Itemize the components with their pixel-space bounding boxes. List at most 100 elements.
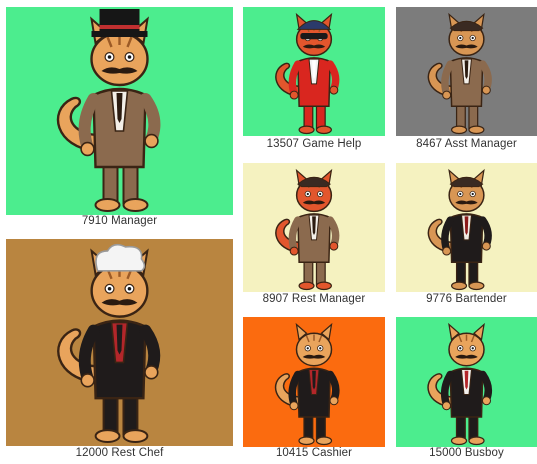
left-paw <box>289 246 299 256</box>
top-hat <box>99 9 140 33</box>
cat-asst-manager <box>427 12 492 135</box>
right-foot <box>122 198 149 212</box>
left-leg <box>455 259 466 286</box>
left-paw <box>289 90 299 100</box>
left-foot <box>298 436 315 446</box>
right-arm <box>478 216 492 249</box>
character-card-rest-manager[interactable]: 8907 Rest Manager <box>243 163 385 311</box>
character-image[interactable] <box>6 7 233 215</box>
right-paw <box>144 365 159 380</box>
right-leg <box>122 393 139 436</box>
right-foot <box>315 436 333 446</box>
right-arm <box>478 60 492 93</box>
chef-hat <box>95 243 146 272</box>
left-paw <box>441 401 451 411</box>
character-label: 15000 Busboy <box>429 447 504 459</box>
left-leg <box>303 413 314 441</box>
character-label: 9776 Bartender <box>426 293 507 305</box>
cat-figure <box>427 168 492 291</box>
character-label: 8467 Asst Manager <box>416 138 517 150</box>
character-label: 10415 Cashier <box>275 447 353 459</box>
character-image[interactable] <box>396 7 537 136</box>
character-gallery: 7910 Manager 13507 Game Help 8467 Asst Man… <box>0 0 537 464</box>
character-label: 7910 Manager <box>81 215 158 227</box>
character-image[interactable] <box>243 317 385 447</box>
character-label: 13507 Game Help <box>266 138 362 150</box>
right-paw <box>329 85 339 95</box>
left-leg <box>102 393 119 436</box>
cat-figure <box>274 322 340 446</box>
cat-figure <box>275 12 340 135</box>
character-image[interactable] <box>243 7 385 136</box>
left-foot <box>298 125 315 135</box>
left-leg <box>102 162 119 204</box>
left-leg <box>455 103 466 130</box>
right-arm <box>326 60 340 93</box>
left-foot <box>298 281 315 291</box>
right-paw <box>144 133 159 149</box>
right-leg <box>315 103 326 130</box>
character-card-game-help[interactable]: 13507 Game Help <box>243 7 385 156</box>
left-leg <box>303 103 314 130</box>
character-card-asst-manager[interactable]: 8467 Asst Manager <box>396 7 537 156</box>
cat-figure <box>427 322 493 446</box>
left-leg <box>303 259 314 286</box>
character-card-manager[interactable]: 7910 Manager <box>6 7 233 233</box>
left-foot <box>450 436 468 446</box>
right-arm <box>139 93 161 145</box>
right-arm <box>326 216 340 249</box>
right-paw <box>329 241 339 251</box>
right-foot <box>468 125 485 135</box>
right-foot <box>468 281 485 291</box>
right-arm <box>479 370 493 404</box>
right-paw <box>481 396 491 406</box>
character-image[interactable] <box>396 317 537 447</box>
cat-figure <box>427 12 492 135</box>
character-label: 12000 Rest Chef <box>75 447 164 459</box>
right-paw <box>329 396 339 406</box>
cat-figure <box>57 243 161 444</box>
character-label: 8907 Rest Manager <box>262 293 366 305</box>
cat-cashier <box>274 322 340 446</box>
right-leg <box>468 413 479 441</box>
left-foot <box>94 198 121 212</box>
right-arm <box>139 324 161 377</box>
right-foot <box>315 125 332 135</box>
goggles <box>300 33 328 40</box>
right-foot <box>468 436 485 446</box>
left-foot <box>450 281 468 291</box>
character-card-bartender[interactable]: 9776 Bartender <box>396 163 537 311</box>
left-paw <box>442 90 452 100</box>
left-foot <box>450 125 468 135</box>
right-foot <box>122 429 149 444</box>
left-foot <box>94 429 121 444</box>
cat-rest-chef <box>57 243 161 444</box>
cat-busboy <box>427 322 493 446</box>
left-paw <box>80 373 95 388</box>
right-arm <box>326 370 340 404</box>
right-paw <box>481 85 491 95</box>
right-leg <box>468 103 479 130</box>
cat-bartender <box>427 168 492 291</box>
character-image[interactable] <box>243 163 385 292</box>
cat-manager-top-hat <box>56 9 161 212</box>
left-paw <box>289 401 299 411</box>
character-card-busboy[interactable]: 15000 Busboy <box>396 317 537 464</box>
left-leg <box>455 413 466 441</box>
cat-rest-manager <box>275 168 340 291</box>
character-card-cashier[interactable]: 10415 Cashier <box>243 317 385 464</box>
right-foot <box>315 281 332 291</box>
right-leg <box>315 259 326 286</box>
right-leg <box>315 413 326 441</box>
character-card-rest-chef[interactable]: 12000 Rest Chef <box>6 239 233 464</box>
character-image[interactable] <box>396 163 537 292</box>
left-paw <box>80 141 95 157</box>
cat-figure <box>56 9 161 212</box>
cat-figure <box>275 168 340 291</box>
character-image[interactable] <box>6 239 233 446</box>
right-leg <box>122 162 139 204</box>
left-paw <box>442 246 452 256</box>
right-leg <box>468 259 479 286</box>
right-paw <box>481 241 491 251</box>
cat-game-help-racer <box>275 12 340 135</box>
